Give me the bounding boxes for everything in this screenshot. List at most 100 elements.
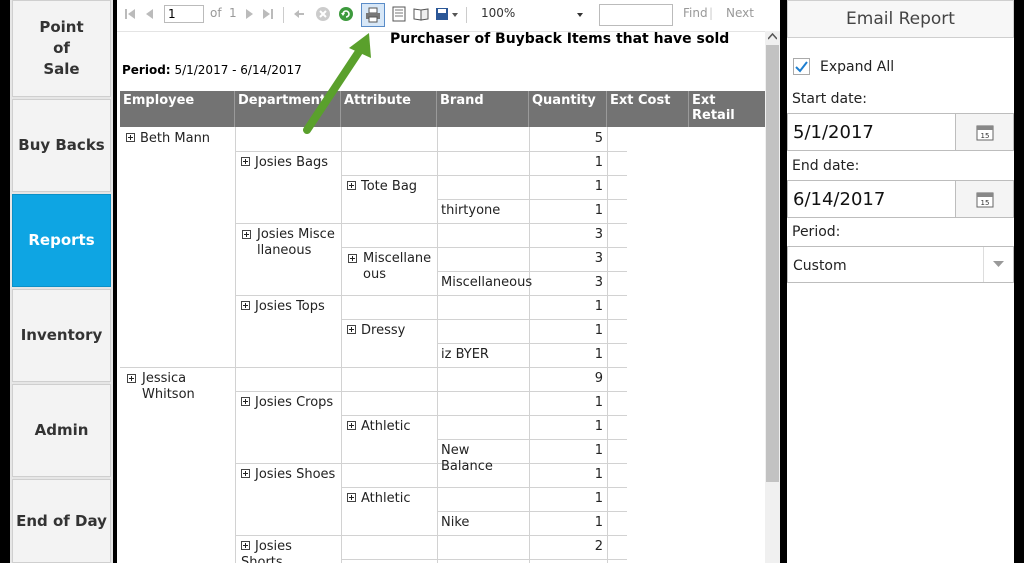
expand-all-label: Expand All: [820, 59, 895, 75]
find-input[interactable]: [599, 4, 673, 26]
expand-icon[interactable]: [241, 301, 250, 310]
period-select[interactable]: Custom: [787, 246, 1014, 283]
export-icon[interactable]: [435, 6, 451, 22]
department-cell[interactable]: Josies Crops: [237, 393, 341, 413]
employee-name: Jessica Whitson: [142, 371, 195, 402]
quantity-cell: 1: [594, 203, 603, 218]
expand-icon[interactable]: [347, 493, 356, 502]
zoom-select[interactable]: 100%: [481, 6, 515, 20]
expand-icon[interactable]: [241, 397, 250, 406]
period-select-value: Custom: [793, 258, 847, 274]
grid-line: [437, 343, 627, 344]
quantity-cell: 1: [594, 515, 603, 530]
grid-line: [235, 223, 627, 224]
department-cell[interactable]: Josies Shoes: [237, 465, 341, 485]
department-name: Josies Shoes: [255, 467, 336, 482]
grid-line: [120, 367, 627, 368]
expand-icon[interactable]: [242, 230, 251, 239]
nav-inventory-button[interactable]: Inventory: [12, 289, 111, 382]
column-header-quantity: Quantity: [529, 91, 607, 127]
annotation-arrow: [303, 33, 371, 134]
department-cell[interactable]: Josies Tops: [237, 297, 341, 317]
department-name: Josies Bags: [255, 155, 328, 170]
expand-icon[interactable]: [241, 157, 250, 166]
column-header-ext-cost: Ext Cost: [607, 91, 689, 127]
expand-icon[interactable]: [347, 325, 356, 334]
report-viewer: of 1 100% Find | Next Purchaser of Buyba…: [117, 0, 780, 563]
attribute-cell[interactable]: Dressy: [343, 321, 437, 341]
end-date-calendar-button[interactable]: 15: [955, 181, 1013, 217]
grid-line: [235, 295, 627, 296]
end-date-label: End date:: [792, 158, 860, 174]
grid-line: [235, 151, 627, 152]
attribute-name: Miscellaneous: [363, 251, 432, 282]
toolbar-separator: [466, 7, 467, 23]
grid-line: [235, 391, 627, 392]
end-date-field[interactable]: 6/14/2017 15: [787, 180, 1014, 218]
chevron-down-icon: [993, 261, 1004, 267]
quantity-cell: 9: [594, 371, 603, 386]
export-dropdown-icon[interactable]: [451, 6, 459, 22]
department-cell[interactable]: Josies Bags: [237, 153, 341, 173]
nav-reports-button[interactable]: Reports: [12, 194, 111, 287]
zoom-dropdown-icon[interactable]: [575, 6, 585, 22]
nav-admin-button[interactable]: Admin: [12, 384, 111, 477]
grid-line: [437, 199, 627, 200]
brand-cell: iz BYER: [441, 347, 489, 362]
attribute-cell[interactable]: Athletic: [343, 489, 437, 509]
grid-line: [437, 439, 627, 440]
quantity-cell: 3: [594, 227, 603, 242]
grid-line: [235, 463, 627, 464]
brand-cell: Miscellaneous: [441, 275, 533, 290]
grid-line: [235, 535, 627, 536]
brand-cell: thirtyone: [441, 203, 501, 218]
department-cell[interactable]: Josies Miscellaneous: [237, 225, 341, 261]
quantity-cell: 1: [594, 347, 603, 362]
nav-buy-backs-button[interactable]: Buy Backs: [12, 99, 111, 192]
department-cell[interactable]: Josies Shorts: [237, 537, 341, 563]
next-link[interactable]: Next: [726, 6, 754, 20]
nav-point-of-sale-button[interactable]: Point of Sale: [12, 0, 111, 97]
period-select-label: Period:: [792, 224, 841, 240]
expand-icon[interactable]: [127, 374, 136, 383]
scrollbar-thumb[interactable]: [766, 45, 779, 482]
attribute-cell[interactable]: Tote Bag: [343, 177, 437, 197]
attribute-cell[interactable]: Athletic: [343, 417, 437, 437]
quantity-cell: 1: [594, 155, 603, 170]
find-link[interactable]: Find: [683, 6, 708, 20]
main-nav: Point of Sale Buy Backs Reports Inventor…: [10, 0, 113, 563]
grid-line: [341, 319, 627, 320]
nav-end-of-day-button[interactable]: End of Day: [12, 479, 111, 563]
end-date-value: 6/14/2017: [793, 189, 886, 210]
vertical-scrollbar[interactable]: [765, 31, 780, 563]
start-date-value: 5/1/2017: [793, 122, 874, 143]
start-date-label: Start date:: [792, 91, 867, 107]
start-date-field[interactable]: 5/1/2017 15: [787, 113, 1014, 151]
start-date-calendar-button[interactable]: 15: [955, 114, 1013, 150]
employee-cell[interactable]: Jessica Whitson: [122, 369, 235, 405]
expand-icon[interactable]: [241, 469, 250, 478]
grid-line: [437, 271, 627, 272]
grid-line: [235, 127, 236, 563]
toolbar-separator-text: |: [709, 6, 714, 20]
email-report-button[interactable]: Email Report: [787, 0, 1014, 38]
expand-icon[interactable]: [347, 181, 356, 190]
expand-icon[interactable]: [348, 254, 357, 263]
attribute-name: Athletic: [361, 419, 411, 434]
attribute-name: Athletic: [361, 491, 411, 506]
expand-icon[interactable]: [241, 541, 250, 550]
column-header-ext-retail: Ext Retail: [689, 91, 765, 127]
brand-cell: Nike: [441, 515, 470, 530]
attribute-cell[interactable]: Miscellaneous: [343, 249, 437, 285]
svg-text:15: 15: [981, 132, 990, 140]
grid-line: [341, 487, 627, 488]
department-name: Josies Crops: [255, 395, 334, 410]
report-title: Purchaser of Buyback Items that have sol…: [390, 31, 730, 47]
expand-icon[interactable]: [347, 421, 356, 430]
period-dropdown-button[interactable]: [983, 247, 1013, 282]
expand-all-checkbox[interactable]: [793, 58, 810, 75]
quantity-cell: 1: [594, 395, 603, 410]
quantity-cell: 5: [594, 131, 603, 146]
scroll-up-icon[interactable]: [768, 33, 777, 40]
quantity-cell: 2: [594, 539, 603, 554]
